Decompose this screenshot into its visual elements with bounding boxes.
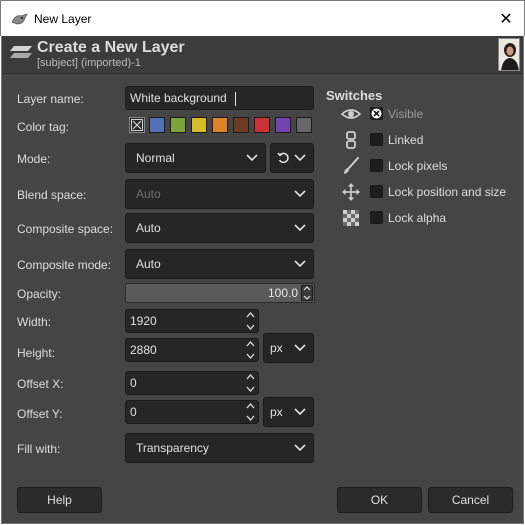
chevron-up-icon: [246, 341, 254, 347]
switch-lock-alpha[interactable]: Lock alpha: [340, 207, 520, 229]
chevron-up-icon: [303, 286, 311, 291]
color-tag-blue[interactable]: [149, 117, 165, 133]
chevron-down-icon: [294, 444, 306, 452]
new-layer-icon: [10, 46, 32, 58]
height-spin-arrows[interactable]: [245, 341, 255, 359]
close-button[interactable]: ✕: [488, 1, 524, 37]
lock-position-checkbox[interactable]: [370, 185, 383, 198]
checkerboard-icon: [343, 210, 359, 226]
dialog-header: Create a New Layer [subject] (imported)-…: [2, 36, 523, 74]
reset-mode-icon: [277, 152, 289, 164]
chevron-up-icon: [246, 374, 254, 380]
mode-label: Mode:: [17, 152, 51, 166]
switches-heading: Switches: [326, 88, 383, 103]
layer-name-label: Layer name:: [17, 92, 84, 106]
color-tag-label: Color tag:: [17, 120, 70, 134]
dialog-heading: Create a New Layer: [37, 39, 185, 56]
chevron-down-icon: [294, 260, 306, 268]
opacity-spin-arrows[interactable]: [301, 285, 313, 301]
composite-space-label: Composite space:: [17, 222, 114, 236]
ok-button[interactable]: OK: [337, 487, 422, 513]
switch-lock-pixels[interactable]: Lock pixels: [340, 155, 520, 177]
offset-x-label: Offset X:: [17, 377, 64, 391]
linked-checkbox[interactable]: [370, 133, 383, 146]
mode-select[interactable]: Normal: [125, 143, 266, 173]
mode-group-select[interactable]: [270, 143, 314, 173]
chevron-down-icon: [294, 154, 306, 162]
chain-icon: [346, 131, 356, 149]
chevron-down-icon: [246, 415, 254, 421]
composite-mode-select[interactable]: Auto: [125, 249, 314, 279]
offset-x-spin-arrows[interactable]: [245, 374, 255, 392]
color-tag-green[interactable]: [170, 117, 186, 133]
width-label: Width:: [17, 315, 52, 329]
composite-space-select[interactable]: Auto: [125, 213, 314, 243]
offset-y-spin-arrows[interactable]: [245, 403, 255, 421]
chevron-up-icon: [246, 312, 254, 318]
switch-lock-position[interactable]: Lock position and size: [340, 181, 520, 203]
visible-checkbox[interactable]: [370, 107, 383, 120]
color-tag-none[interactable]: [129, 117, 145, 133]
chevron-down-icon: [303, 295, 311, 300]
help-button[interactable]: Help: [17, 487, 102, 513]
blend-space-select[interactable]: Auto: [125, 179, 314, 209]
image-thumbnail: [498, 38, 520, 71]
close-icon: ✕: [499, 11, 513, 28]
gimp-app-icon: [11, 13, 28, 25]
opacity-slider[interactable]: 100.0: [125, 283, 315, 303]
fill-with-select[interactable]: Transparency: [125, 433, 314, 463]
width-input[interactable]: 1920: [125, 309, 259, 333]
chevron-down-icon: [294, 224, 306, 232]
width-spin-arrows[interactable]: [245, 312, 255, 330]
color-tag-gray[interactable]: [296, 117, 312, 133]
chevron-down-icon: [294, 190, 306, 198]
color-tag-red[interactable]: [254, 117, 270, 133]
eye-icon: [340, 109, 362, 119]
paintbrush-icon: [344, 157, 359, 174]
lock-pixels-checkbox[interactable]: [370, 159, 383, 172]
chevron-down-icon: [294, 344, 306, 352]
dialog-body: Create a New Layer [subject] (imported)-…: [1, 36, 524, 524]
composite-mode-label: Composite mode:: [17, 258, 112, 272]
switch-visible[interactable]: Visible: [340, 103, 520, 125]
window-title: New Layer: [34, 12, 92, 26]
offset-y-label: Offset Y:: [17, 407, 63, 421]
offset-unit-select[interactable]: px: [263, 397, 314, 427]
size-unit-select[interactable]: px: [263, 333, 314, 363]
color-tag-yellow[interactable]: [191, 117, 207, 133]
color-tag-orange[interactable]: [212, 117, 228, 133]
chevron-down-icon: [294, 408, 306, 416]
move-icon: [342, 183, 360, 201]
image-name: [subject] (imported)-1: [37, 57, 141, 69]
offset-y-input[interactable]: 0: [125, 400, 259, 424]
lock-alpha-checkbox[interactable]: [370, 211, 383, 224]
opacity-label: Opacity:: [17, 287, 62, 301]
chevron-down-icon: [246, 386, 254, 392]
height-label: Height:: [17, 346, 56, 360]
text-caret: [235, 92, 236, 106]
blend-space-label: Blend space:: [17, 188, 87, 202]
fill-with-label: Fill with:: [17, 442, 61, 456]
cancel-button[interactable]: Cancel: [428, 487, 513, 513]
color-tag-violet[interactable]: [275, 117, 291, 133]
checkmark-icon: [371, 108, 382, 119]
height-input[interactable]: 2880: [125, 338, 259, 362]
chevron-down-icon: [246, 353, 254, 359]
layer-name-input[interactable]: White background: [125, 86, 314, 110]
color-tag-brown[interactable]: [233, 117, 249, 133]
no-color-icon: [131, 119, 143, 131]
offset-x-input[interactable]: 0: [125, 371, 259, 395]
switch-linked[interactable]: Linked: [340, 129, 520, 151]
chevron-down-icon: [246, 324, 254, 330]
chevron-up-icon: [246, 403, 254, 409]
chevron-down-icon: [246, 154, 258, 162]
window-titlebar: New Layer ✕: [0, 0, 525, 36]
